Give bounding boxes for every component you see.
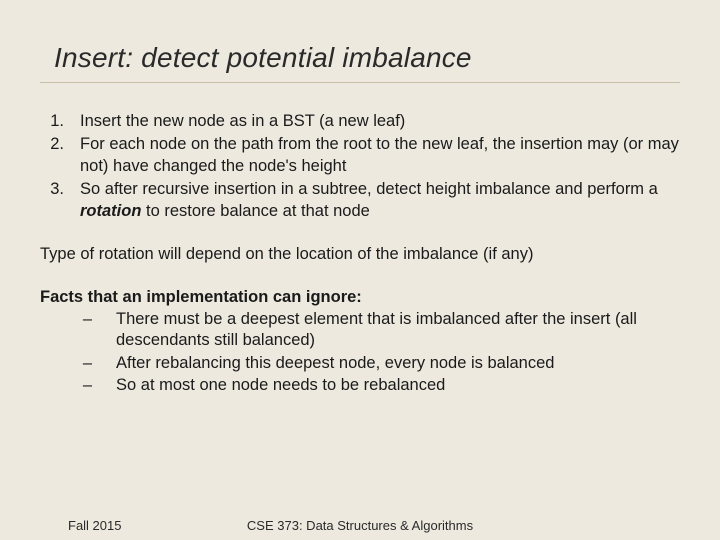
- dash-mark: –: [40, 353, 98, 374]
- list-text: There must be a deepest element that is …: [98, 309, 680, 352]
- list-item: – There must be a deepest element that i…: [40, 309, 680, 352]
- list-item: 3. So after recursive insertion in a sub…: [40, 179, 680, 222]
- dash-list: – There must be a deepest element that i…: [40, 309, 680, 397]
- emphasis-rotation: rotation: [80, 202, 141, 220]
- dash-mark: –: [40, 375, 98, 396]
- facts-section: Facts that an implementation can ignore:…: [40, 288, 680, 397]
- slide: Insert: detect potential imbalance 1. In…: [0, 0, 720, 396]
- text-part: So after recursive insertion in a subtre…: [80, 180, 658, 198]
- list-item: – So at most one node needs to be rebala…: [40, 375, 680, 396]
- dash-mark: –: [40, 309, 98, 352]
- facts-heading: Facts that an implementation can ignore:: [40, 288, 680, 307]
- footer-course: CSE 373: Data Structures & Algorithms: [0, 518, 720, 533]
- list-item: 2. For each node on the path from the ro…: [40, 134, 680, 177]
- numbered-list: 1. Insert the new node as in a BST (a ne…: [40, 111, 680, 222]
- list-item: – After rebalancing this deepest node, e…: [40, 353, 680, 374]
- list-number: 1.: [40, 111, 70, 132]
- list-number: 2.: [40, 134, 70, 177]
- slide-title: Insert: detect potential imbalance: [40, 42, 680, 83]
- type-of-rotation-note: Type of rotation will depend on the loca…: [40, 244, 680, 265]
- list-text: So at most one node needs to be rebalanc…: [98, 375, 680, 396]
- list-item: 1. Insert the new node as in a BST (a ne…: [40, 111, 680, 132]
- list-text: For each node on the path from the root …: [70, 134, 680, 177]
- list-text: So after recursive insertion in a subtre…: [70, 179, 680, 222]
- list-text: Insert the new node as in a BST (a new l…: [70, 111, 680, 132]
- text-part: to restore balance at that node: [141, 202, 369, 220]
- list-number: 3.: [40, 179, 70, 222]
- list-text: After rebalancing this deepest node, eve…: [98, 353, 680, 374]
